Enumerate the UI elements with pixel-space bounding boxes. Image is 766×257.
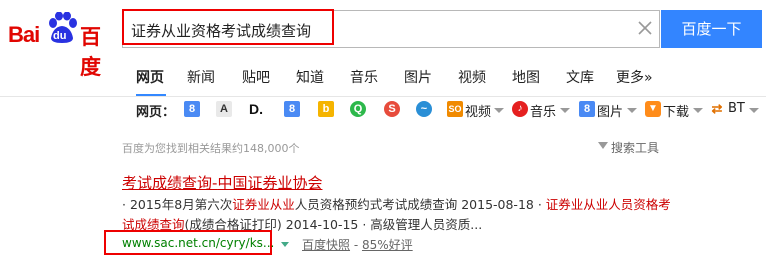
nav-tabs: 网页 新闻 贴吧 知道 音乐 图片 视频 地图 文库 更多» [0,62,766,96]
filter-label: 网页： [136,105,176,120]
separator: - [350,238,362,252]
result-title-keyword: 考试成绩查询 [122,174,213,192]
tab-wenku[interactable]: 文库 [566,67,594,87]
search-tools-button[interactable]: 搜索工具 [611,139,659,156]
filter-video[interactable]: 视频 [465,101,491,120]
search-button[interactable]: 百度一下 [661,10,762,48]
filter-images[interactable]: 图片 [597,101,623,120]
baidu-logo[interactable]: Bai du 百度 [8,10,116,79]
abstract-text: · 2015年8月第六次 [122,197,233,212]
search-input[interactable]: 证券从业资格考试成绩查询 [131,20,311,41]
close-icon[interactable] [636,19,654,37]
result-title-site: 中国证券业协会 [217,174,323,192]
chevron-down-icon[interactable] [749,108,759,113]
images-icon[interactable]: 8 [579,101,595,117]
result-url[interactable]: www.sac.net.cn/cyry/ks... [122,236,274,250]
tab-video[interactable]: 视频 [458,67,486,87]
snapshot-link[interactable]: 百度快照 [302,238,350,252]
tab-web[interactable]: 网页 [136,67,164,87]
d-icon[interactable]: D. [248,101,264,117]
bing-icon[interactable]: b [318,101,334,117]
logo-text-bai: Bai [8,22,40,47]
chevron-down-icon[interactable] [560,108,570,113]
filter-music[interactable]: 音乐 [530,101,556,120]
rating-link[interactable]: 85%好评 [362,238,413,252]
tab-news[interactable]: 新闻 [187,67,215,87]
abstract-text: 人员资格预约式考试成绩查询 2015-08-18 · [294,197,546,212]
tab-zhidao[interactable]: 知道 [296,67,324,87]
tab-more[interactable]: 更多» [616,67,653,87]
nav-divider [0,96,766,97]
result-count: 百度为您找到相关结果约148,000个 [122,142,300,155]
chevron-down-icon[interactable] [494,108,504,113]
tab-map[interactable]: 地图 [512,67,540,87]
snapshot-links: 百度快照 - 85%好评 [302,236,413,253]
music-icon[interactable]: ♪ [512,101,528,117]
result-title-link[interactable]: 考试成绩查询-中国证券业协会 [122,172,322,193]
google-icon[interactable]: 8 [184,101,200,117]
filter-download[interactable]: 下载 [663,101,689,120]
sogou-icon[interactable]: S [384,101,400,117]
chevron-down-icon[interactable] [627,108,637,113]
tab-tieba[interactable]: 贴吧 [242,67,270,87]
bt-arrows-icon[interactable]: ⇄ [709,101,725,117]
download-icon[interactable]: ▼ [645,101,661,117]
filter-funnel-icon[interactable] [598,142,608,149]
wave-icon[interactable]: ~ [416,101,432,117]
font-icon[interactable]: A [216,101,232,117]
chevron-down-icon[interactable] [693,108,703,113]
360-search-icon[interactable]: Q [350,101,366,117]
logo-text-du: du [53,30,67,42]
tab-images[interactable]: 图片 [404,67,432,87]
soku-icon[interactable]: SO [447,101,463,117]
google-icon-2[interactable]: 8 [284,101,300,117]
chevron-down-icon[interactable] [281,242,289,247]
abstract-highlight: 证券业从业 [232,197,295,212]
tab-music[interactable]: 音乐 [350,67,378,87]
filter-bt[interactable]: BT [728,101,745,116]
result-abstract: · 2015年8月第六次证券业从业人员资格预约式考试成绩查询 2015-08-1… [122,195,682,235]
